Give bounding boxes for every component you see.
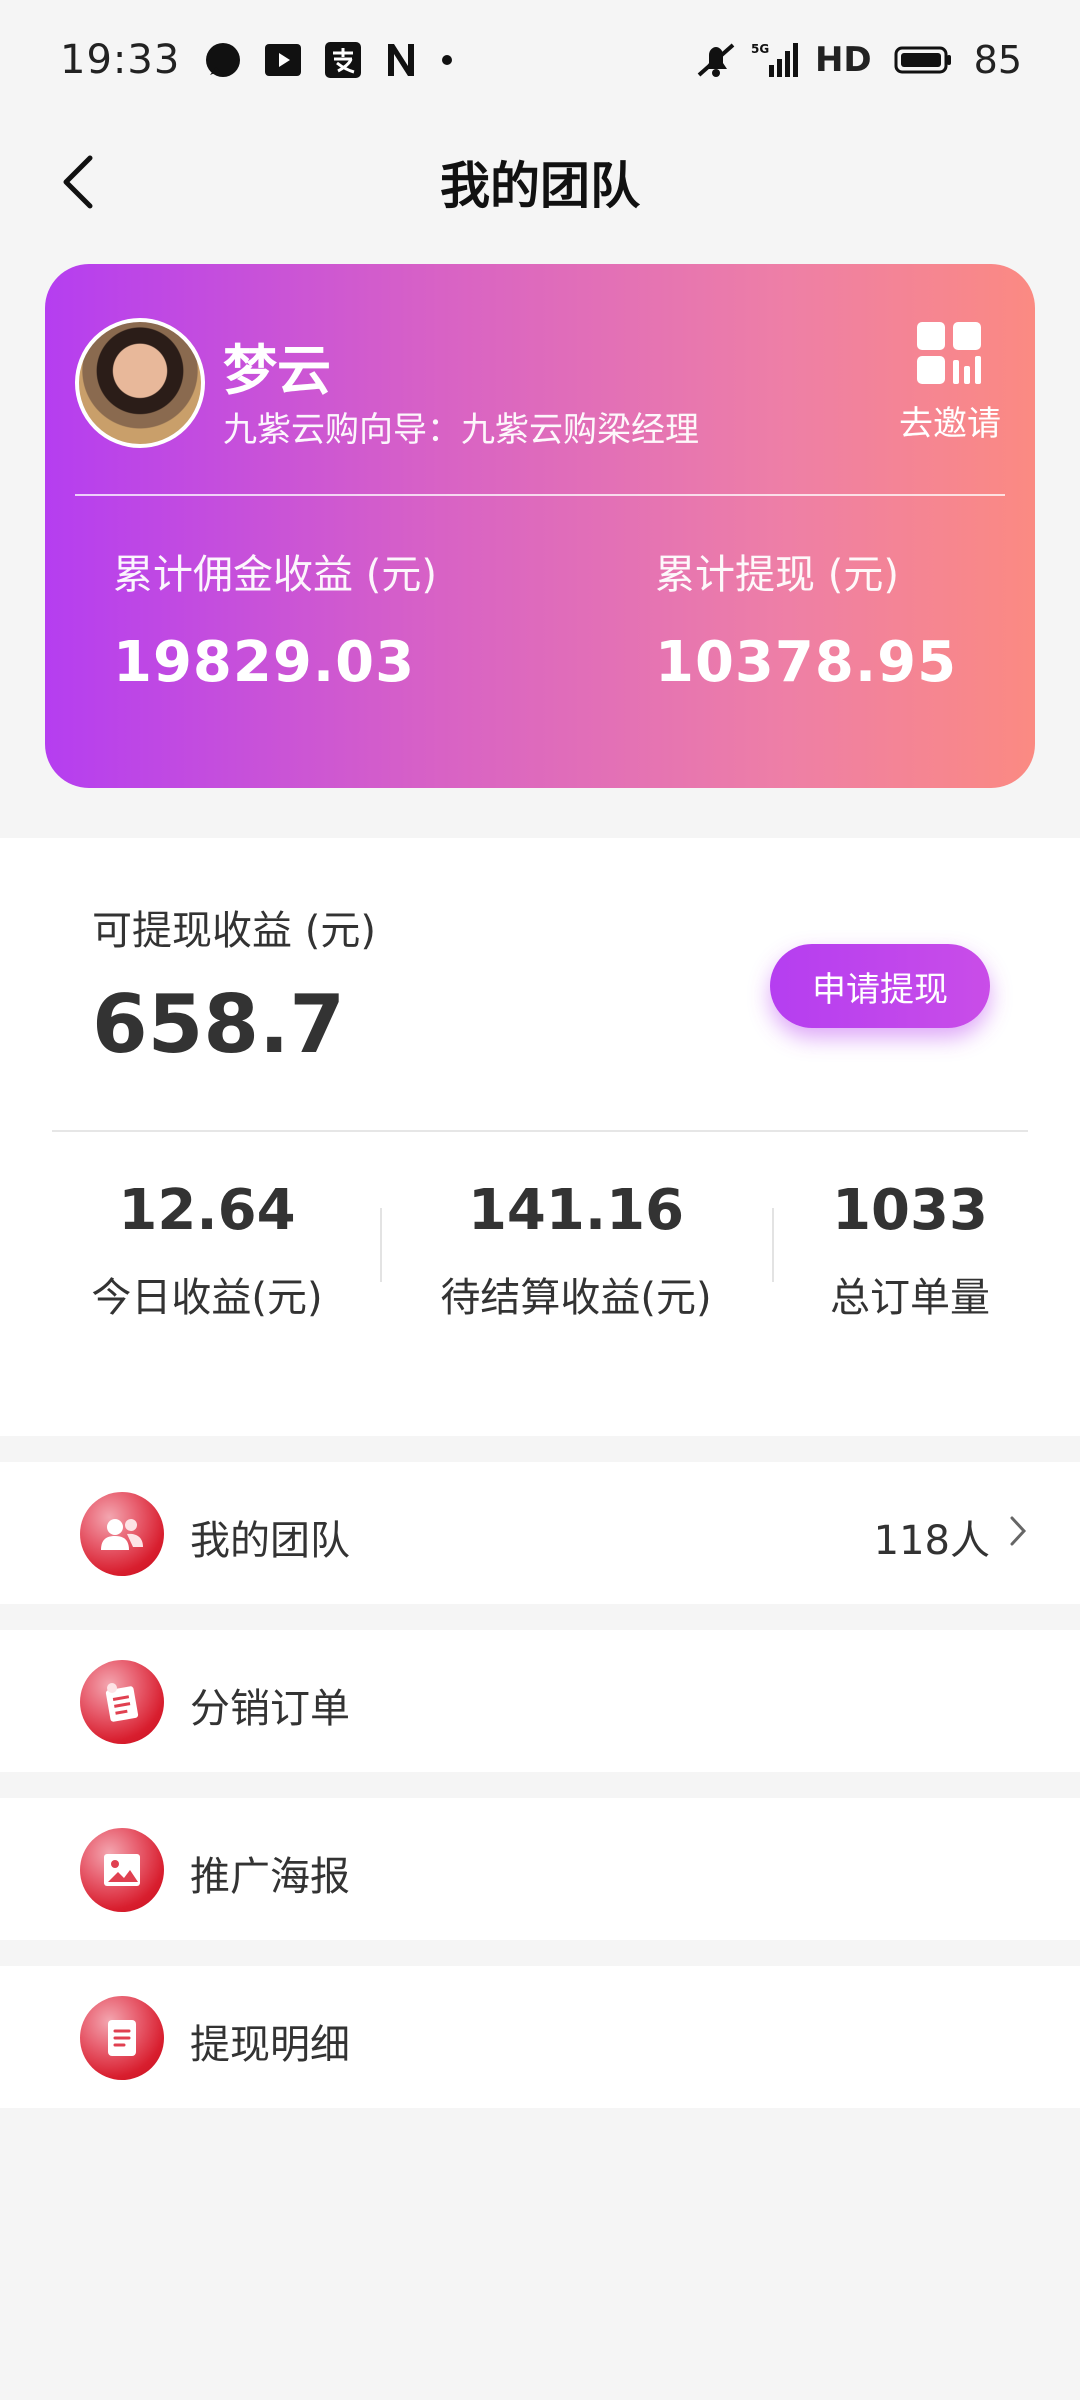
today-earnings: 12.64 今日收益(元) (72, 1178, 342, 1323)
total-orders-label: 总订单量 (830, 1275, 990, 1321)
earnings-stats: 12.64 今日收益(元) 141.16 待结算收益(元) 1033 总订单量 (0, 1178, 1080, 1338)
total-withdrawn-label: 累计提现 (元) (655, 552, 899, 598)
status-bar: 19:33 5G HD 85 (0, 0, 1080, 120)
svg-text:5G: 5G (751, 42, 769, 56)
header: 我的团队 (0, 120, 1080, 244)
chevron-right-icon (1010, 1516, 1027, 1546)
withdraw-button[interactable]: 申请提现 (770, 944, 990, 1028)
chat-bubble-icon (204, 41, 242, 79)
poster-icon (80, 1828, 164, 1912)
earnings-panel: 可提现收益 (元) 658.7 申请提现 12.64 今日收益(元) 141.1… (0, 838, 1080, 1436)
menu-label: 推广海报 (190, 1854, 350, 1900)
youtube-icon (264, 43, 302, 77)
status-time: 19:33 (60, 37, 181, 83)
available-label: 可提现收益 (元) (92, 908, 376, 954)
menu-label: 提现明细 (190, 2022, 350, 2068)
total-commission-value: 19829.03 (113, 630, 416, 695)
card-divider (75, 494, 1005, 496)
qr-grid-icon (917, 322, 981, 384)
stats-separator (380, 1208, 382, 1282)
menu-item-withdraw-detail[interactable]: 提现明细 (0, 1966, 1080, 2108)
total-commission-block: 累计佣金收益 (元) 19829.03 (113, 542, 437, 695)
menu-label: 分销订单 (190, 1686, 350, 1732)
today-earnings-label: 今日收益(元) (91, 1275, 323, 1321)
alipay-icon (324, 41, 362, 79)
menu-item-distribution-orders[interactable]: 分销订单 (0, 1630, 1080, 1772)
order-icon (80, 1660, 164, 1744)
5g-signal-icon: 5G (751, 41, 801, 79)
status-bar-right: 5G HD 85 (695, 38, 1022, 82)
battery-level: 85 (973, 38, 1022, 82)
user-name: 梦云 (223, 339, 331, 402)
menu-item-my-team[interactable]: 我的团队 118人 (0, 1462, 1080, 1604)
panel-divider (52, 1130, 1028, 1132)
dot-icon (440, 53, 454, 67)
mute-icon (695, 41, 737, 79)
total-withdrawn-value: 10378.95 (655, 630, 958, 695)
total-withdrawn-block: 累计提现 (元) 10378.95 (655, 542, 957, 695)
pending-earnings-label: 待结算收益(元) (440, 1275, 712, 1321)
menu-item-promo-poster[interactable]: 推广海报 (0, 1798, 1080, 1940)
hd-indicator: HD (814, 40, 872, 80)
team-icon (80, 1492, 164, 1576)
total-orders: 1033 总订单量 (800, 1178, 1020, 1323)
back-arrow-icon (63, 155, 93, 209)
status-bar-left: 19:33 (60, 37, 476, 83)
back-button[interactable] (58, 152, 118, 212)
n-app-icon (384, 42, 418, 78)
withdraw-detail-icon (80, 1996, 164, 2080)
available-value: 658.7 (92, 978, 346, 1071)
team-count: 118人 (873, 1518, 990, 1564)
menu-label: 我的团队 (190, 1518, 350, 1564)
profile-card: 梦云 九紫云购向导：九紫云购梁经理 去邀请 累计佣金收益 (元) 19829.0… (45, 264, 1035, 788)
user-role: 九紫云购向导：九紫云购梁经理 (223, 410, 699, 450)
stats-separator (772, 1208, 774, 1282)
pending-earnings-value: 141.16 (467, 1178, 685, 1243)
invite-label: 去邀请 (899, 404, 1001, 444)
invite-button[interactable]: 去邀请 (895, 320, 1005, 445)
total-commission-label: 累计佣金收益 (元) (113, 552, 437, 598)
battery-icon (894, 44, 952, 76)
total-orders-value: 1033 (832, 1178, 988, 1243)
today-earnings-value: 12.64 (118, 1178, 296, 1243)
page-title: 我的团队 (440, 157, 640, 215)
pending-earnings: 141.16 待结算收益(元) (416, 1178, 736, 1323)
avatar[interactable] (75, 318, 205, 448)
